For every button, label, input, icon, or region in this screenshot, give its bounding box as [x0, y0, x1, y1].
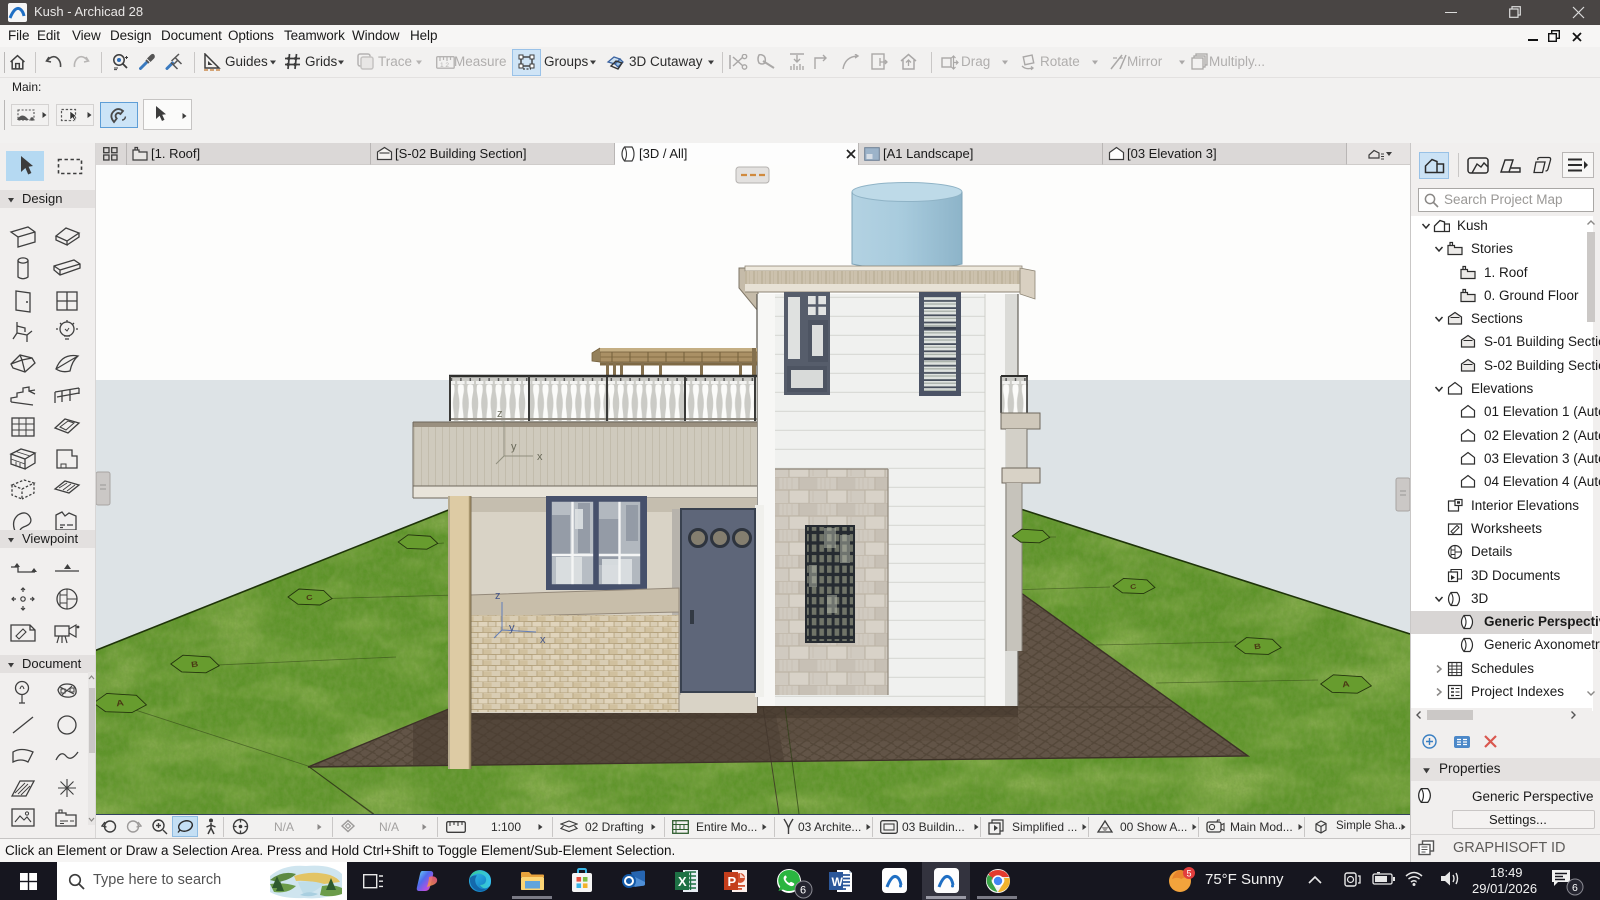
svg-text:y: y: [509, 622, 515, 634]
svg-text:z: z: [497, 408, 503, 420]
svg-text:x: x: [540, 634, 546, 646]
svg-text:5: 5: [1187, 869, 1192, 879]
svg-text:1 2: 1 2: [440, 62, 449, 69]
svg-text:W: W: [832, 875, 844, 889]
svg-text:P: P: [728, 874, 737, 889]
svg-text:A: A: [115, 698, 124, 709]
svg-text:z: z: [495, 590, 501, 602]
svg-text:6: 6: [800, 885, 806, 897]
svg-text:6: 6: [1572, 882, 1578, 894]
svg-text:A: A: [1341, 679, 1350, 689]
svg-text:y: y: [511, 441, 517, 453]
svg-text:B: B: [1253, 641, 1261, 651]
svg-text:X: X: [678, 874, 687, 889]
svg-text:x: x: [537, 451, 543, 463]
svg-text:C: C: [306, 593, 314, 602]
